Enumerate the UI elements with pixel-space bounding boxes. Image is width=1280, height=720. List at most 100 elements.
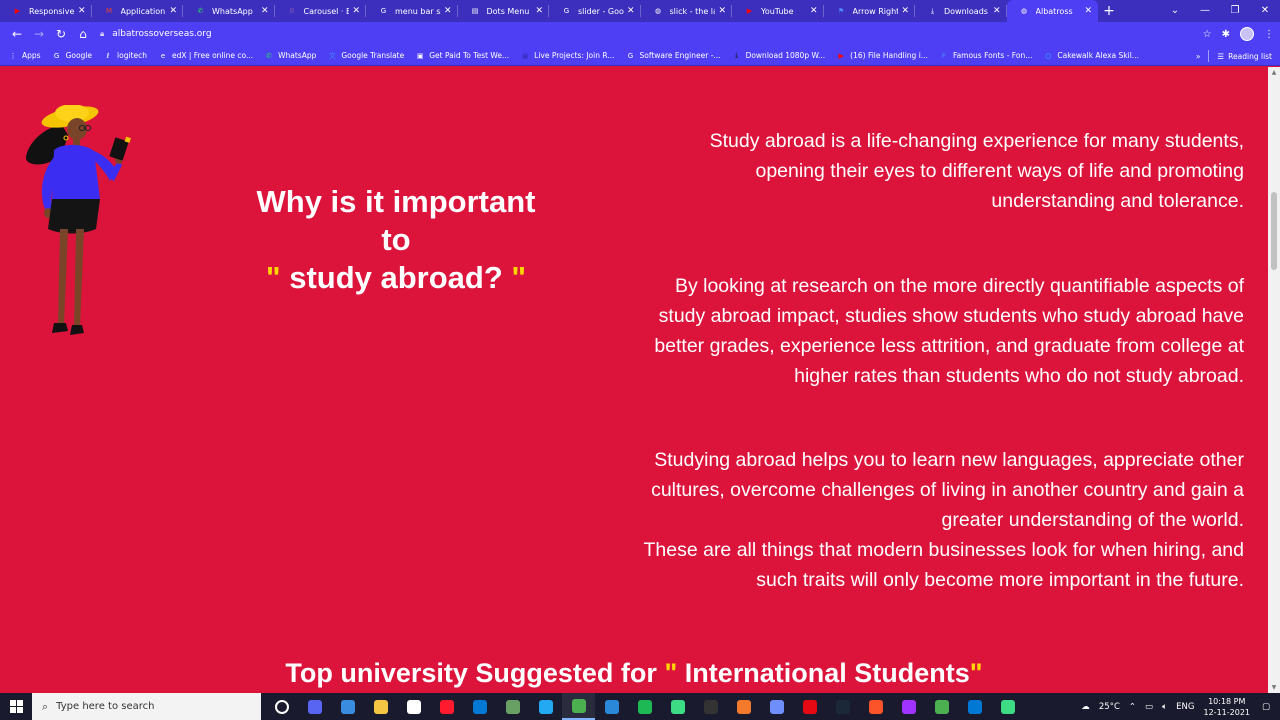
tab-label[interactable]: Responsive Sl <box>29 7 75 16</box>
clock[interactable]: 10:18 PM 12-11-2021 <box>1204 696 1251 718</box>
browser-tab[interactable]: B Carousel · Boo✕ <box>275 0 367 22</box>
taskbar-app[interactable] <box>826 693 859 720</box>
taskbar-app[interactable] <box>496 693 529 720</box>
tab-label[interactable]: Arrow Right Ic <box>853 7 899 16</box>
reading-list-button[interactable]: Reading list <box>1228 52 1272 61</box>
close-window-button[interactable]: ✕ <box>1250 0 1280 22</box>
close-tab-icon[interactable]: ✕ <box>1084 6 1092 16</box>
bookmark-label[interactable]: logitech <box>117 51 147 60</box>
taskbar-app[interactable] <box>892 693 925 720</box>
close-tab-icon[interactable]: ✕ <box>535 6 543 16</box>
bookmark-label[interactable]: (16) File Handling i... <box>850 51 928 60</box>
tab-label[interactable]: Application fo <box>121 7 167 16</box>
taskbar-app[interactable] <box>760 693 793 720</box>
taskbar-app[interactable] <box>694 693 727 720</box>
taskbar-app[interactable] <box>595 693 628 720</box>
bookmark-label[interactable]: Famous Fonts - Fon... <box>953 51 1032 60</box>
browser-tab[interactable]: ▶ YouTube ✕ <box>732 0 824 22</box>
language-indicator[interactable]: ENG <box>1176 702 1194 712</box>
close-tab-icon[interactable]: ✕ <box>78 6 86 16</box>
taskbar-app[interactable] <box>793 693 826 720</box>
restore-button[interactable]: ❐ <box>1220 0 1250 22</box>
bookmark-star-icon[interactable]: ☆ <box>1203 29 1212 40</box>
taskbar-search[interactable]: ⌕ Type here to search <box>32 693 261 720</box>
tab-label[interactable]: menu bar ssw <box>395 7 441 16</box>
reading-list-icon[interactable]: ☰ <box>1217 52 1224 61</box>
search-placeholder[interactable]: Type here to search <box>56 701 154 712</box>
bookmark-label[interactable]: edX | Free online co... <box>172 51 253 60</box>
url-text[interactable]: albatrossoverseas.org <box>112 29 211 39</box>
browser-tab[interactable]: ⤓ Downloads ✕ <box>915 0 1007 22</box>
network-icon[interactable]: ▭ <box>1145 702 1153 712</box>
new-tab-button[interactable]: + <box>1098 3 1120 19</box>
taskbar-app[interactable] <box>727 693 760 720</box>
chevron-right-icon[interactable]: » <box>1196 52 1201 61</box>
bookmark-item[interactable]: ▶ (16) File Handling i... <box>836 51 928 61</box>
reload-button[interactable]: ↻ <box>50 27 72 41</box>
taskbar-app[interactable] <box>364 693 397 720</box>
bookmark-label[interactable]: Google <box>66 51 92 60</box>
taskbar-app[interactable] <box>298 693 331 720</box>
profile-avatar[interactable] <box>1240 27 1254 41</box>
tab-label[interactable]: Downloads <box>944 7 990 16</box>
address-bar[interactable]: 🔒︎ albatrossoverseas.org <box>100 29 212 39</box>
browser-tab[interactable]: ▶ Responsive Sl✕ <box>0 0 92 22</box>
forward-button[interactable]: → <box>28 27 50 41</box>
taskbar-app[interactable] <box>859 693 892 720</box>
close-tab-icon[interactable]: ✕ <box>810 6 818 16</box>
taskbar-app[interactable] <box>265 693 298 720</box>
taskbar-app[interactable] <box>397 693 430 720</box>
bookmark-item[interactable]: ⤓ Download 1080p W... <box>732 51 826 61</box>
browser-tab[interactable]: ⚑ Arrow Right Ic✕ <box>824 0 916 22</box>
bookmark-label[interactable]: Google Translate <box>341 51 404 60</box>
notification-icon[interactable]: ▢ <box>1262 702 1276 712</box>
scrollbar-thumb[interactable] <box>1271 192 1277 270</box>
browser-tab[interactable]: ◍ Albatross ✕ <box>1006 0 1098 22</box>
taskbar-app[interactable] <box>562 693 595 720</box>
close-tab-icon[interactable]: ✕ <box>444 6 452 16</box>
browser-tab[interactable]: Gmenu bar ssw✕ <box>366 0 458 22</box>
bookmark-item[interactable]: ○ Cakewalk Alexa Skil... <box>1043 51 1139 61</box>
browser-tab[interactable]: Gslider - Googl✕ <box>549 0 641 22</box>
start-button[interactable] <box>0 693 32 720</box>
scroll-down-icon[interactable]: ▼ <box>1268 684 1280 691</box>
browser-tab[interactable]: ✆ WhatsApp ✕ <box>183 0 275 22</box>
extensions-icon[interactable]: ✱ <box>1222 29 1230 40</box>
bookmark-item[interactable]: ▣ Get Paid To Test We... <box>415 51 509 61</box>
bookmark-item[interactable]: F Famous Fonts - Fon... <box>939 51 1032 61</box>
taskbar-app[interactable] <box>331 693 364 720</box>
more-menu-icon[interactable]: ⋮ <box>1264 29 1274 40</box>
close-tab-icon[interactable]: ✕ <box>901 6 909 16</box>
page-scrollbar[interactable]: ▲ ▼ <box>1268 67 1280 693</box>
close-tab-icon[interactable]: ✕ <box>627 6 635 16</box>
tab-label[interactable]: Albatross <box>1036 7 1082 16</box>
taskbar-app[interactable] <box>925 693 958 720</box>
tab-label[interactable]: slider - Googl <box>578 7 624 16</box>
bookmark-item[interactable]: ℓ logitech <box>103 51 147 61</box>
tab-search-icon[interactable]: ⌄ <box>1160 0 1190 22</box>
lock-icon[interactable]: 🔒︎ <box>100 29 104 39</box>
taskbar-app[interactable] <box>430 693 463 720</box>
scroll-up-icon[interactable]: ▲ <box>1268 69 1280 76</box>
bookmark-label[interactable]: Live Projects: Join R... <box>534 51 614 60</box>
bookmark-item[interactable]: e edX | Free online co... <box>158 51 253 61</box>
weather-icon[interactable]: ☁ <box>1081 702 1090 712</box>
tab-label[interactable]: YouTube <box>761 7 807 16</box>
tray-chevron-icon[interactable]: ⌃ <box>1129 702 1136 712</box>
bookmark-label[interactable]: Download 1080p W... <box>746 51 826 60</box>
bookmark-label[interactable]: Software Engineer -... <box>639 51 720 60</box>
minimize-button[interactable]: — <box>1190 0 1220 22</box>
close-tab-icon[interactable]: ✕ <box>169 6 177 16</box>
close-tab-icon[interactable]: ✕ <box>261 6 269 16</box>
browser-tab[interactable]: ▤ Dots Menu Ve✕ <box>458 0 550 22</box>
tab-label[interactable]: Carousel · Boo <box>304 7 350 16</box>
taskbar-app[interactable] <box>529 693 562 720</box>
taskbar-app[interactable] <box>991 693 1024 720</box>
bookmark-item[interactable]: G Google <box>52 51 92 61</box>
bookmark-label[interactable]: WhatsApp <box>278 51 316 60</box>
bookmark-label[interactable]: Apps <box>22 51 41 60</box>
tab-label[interactable]: slick - the last <box>670 7 716 16</box>
back-button[interactable]: ← <box>6 27 28 41</box>
bookmark-label[interactable]: Cakewalk Alexa Skil... <box>1057 51 1139 60</box>
close-tab-icon[interactable]: ✕ <box>352 6 360 16</box>
